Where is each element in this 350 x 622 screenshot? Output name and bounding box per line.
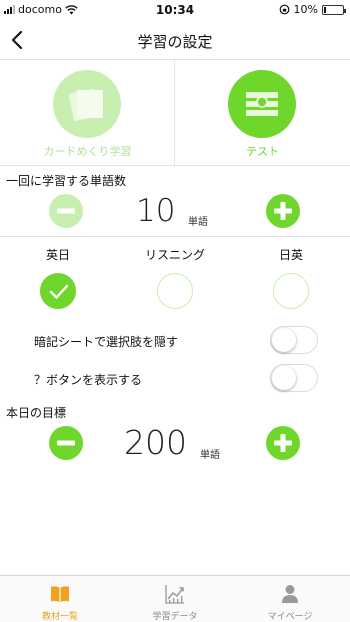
status-bar: docomo 10:34 10% [0,0,350,20]
rotation-lock-icon [279,4,289,15]
nav-bar: 学習の設定 [0,20,350,60]
mode-card-flip-circle [53,70,121,138]
goal-increase-button[interactable] [266,426,300,460]
words-decrease-button[interactable] [49,194,83,228]
battery-percent: 10% [293,3,318,16]
words-per-session-value: 10 [136,193,176,229]
hide-choices-toggle[interactable] [270,326,318,354]
status-right: 10% [279,3,346,16]
mode-test-circle [228,70,296,138]
minus-icon [57,440,75,446]
toggle-knob [272,328,296,352]
tab-my-page[interactable]: マイページ [232,576,348,622]
study-mode-selector: カードめくり学習 テスト [0,60,350,166]
book-icon [51,586,69,602]
tab-bar: 教材一覧 学習データ マイページ [0,575,350,622]
show-question-button-toggle[interactable] [270,364,318,392]
direction-en-ja-option[interactable] [40,273,76,309]
direction-listening-option[interactable] [157,273,193,309]
tab-study-data[interactable]: 学習データ [117,576,233,622]
person-icon [282,585,298,603]
words-per-session-label: 一回に学習する単語数 [6,174,127,188]
show-question-button-label: ？ボタンを表示する [34,373,143,387]
checkmark-icon [49,284,69,299]
minus-icon [57,208,75,214]
direction-listening-label: リスニング [144,248,205,262]
plus-icon [274,434,292,452]
cards-icon [68,88,103,122]
daily-goal-label: 本日の目標 [6,406,67,420]
daily-goal-unit: 単語 [200,450,220,461]
chart-icon [165,585,184,604]
divider [0,236,350,237]
test-sheet-icon [246,92,278,116]
tab-study-data-label: 学習データ [152,612,198,622]
battery-icon [322,4,346,15]
plus-icon [274,202,292,220]
daily-goal-value: 200 [124,423,187,462]
mode-test[interactable]: テスト [175,60,350,166]
page-title: 学習の設定 [137,33,213,51]
battery-fill [324,6,326,13]
direction-en-ja-label: 英日 [45,248,70,262]
tab-my-page-label: マイページ [267,612,313,622]
words-increase-button[interactable] [266,194,300,228]
tab-materials[interactable]: 教材一覧 [2,576,118,622]
toggle-knob [272,366,296,390]
direction-ja-en-label: 日英 [278,248,303,262]
mode-test-label: テスト [246,145,279,158]
hide-choices-label: 暗記シートで選択肢を隠す [34,335,179,349]
mode-card-flip-label: カードめくり学習 [43,145,132,158]
mode-card-flip[interactable]: カードめくり学習 [0,60,175,166]
direction-ja-en-option[interactable] [273,273,309,309]
words-per-session-unit: 単語 [188,217,208,228]
goal-decrease-button[interactable] [49,426,83,460]
tab-materials-label: 教材一覧 [41,612,78,622]
